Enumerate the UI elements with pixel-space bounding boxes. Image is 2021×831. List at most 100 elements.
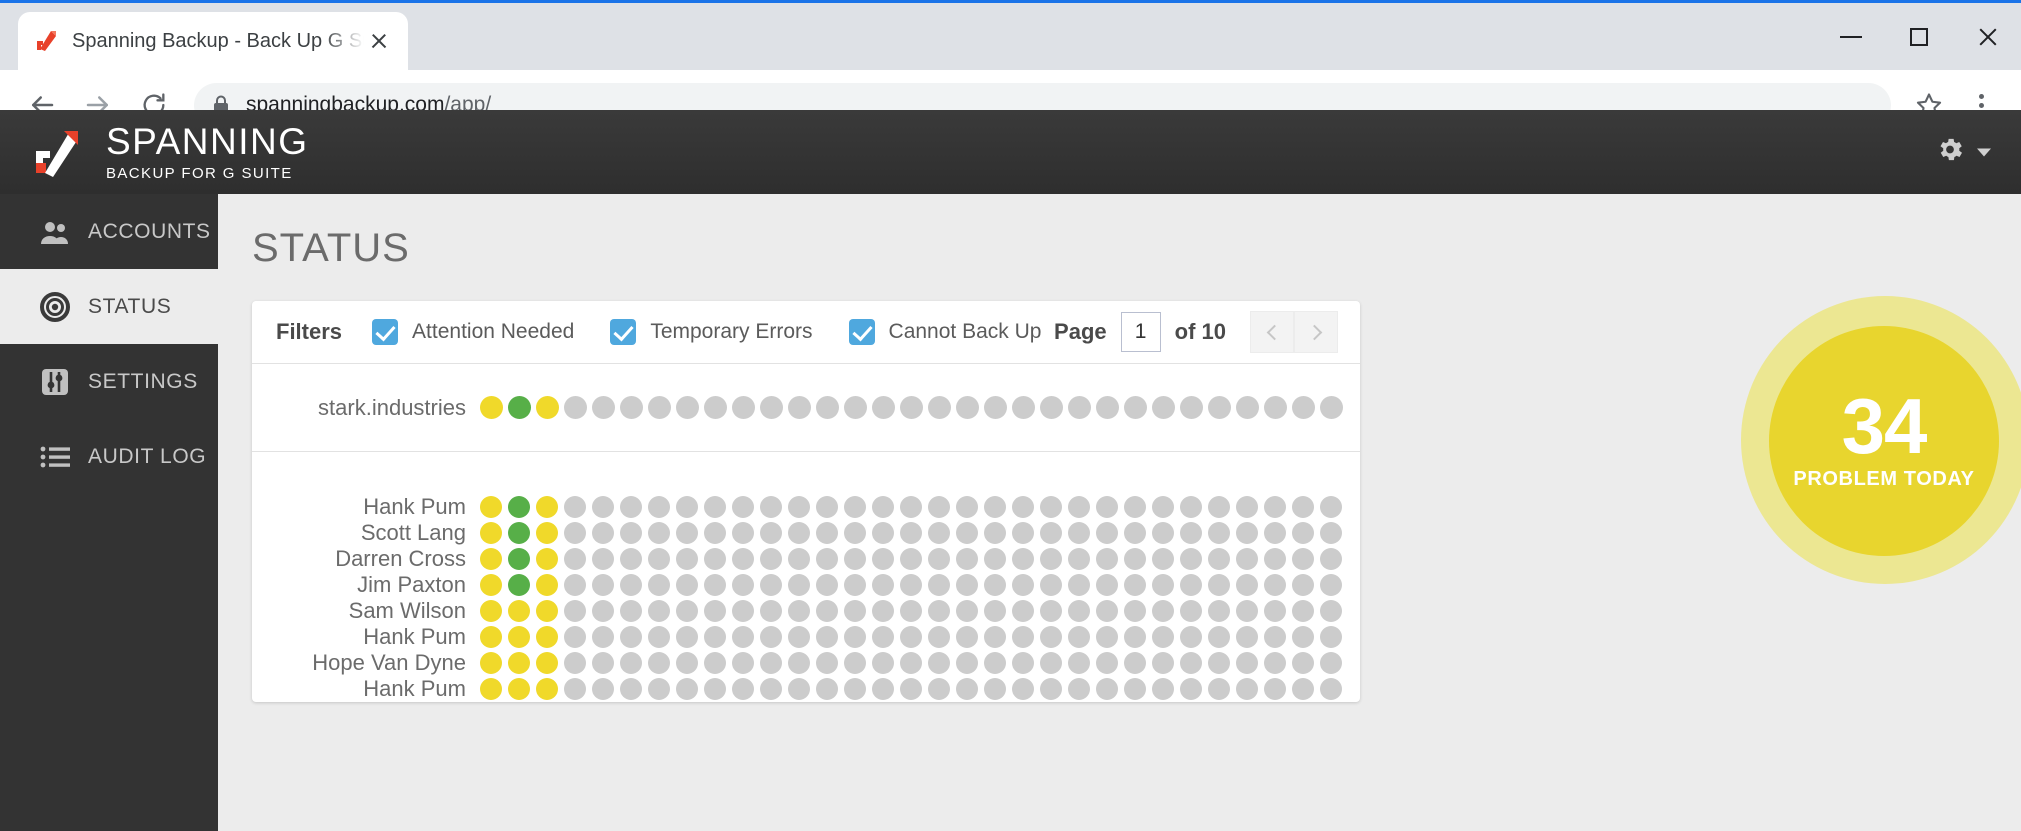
status-dot-yellow[interactable] <box>536 678 558 700</box>
status-dot-grey[interactable] <box>564 600 586 622</box>
user-row[interactable]: Hank Pum <box>252 676 1360 702</box>
status-dot-grey[interactable] <box>984 396 1007 419</box>
status-dot-grey[interactable] <box>1208 496 1230 518</box>
checkbox-icon[interactable] <box>372 319 398 345</box>
user-row[interactable]: Hank Pum <box>252 624 1360 650</box>
status-dot-grey[interactable] <box>1124 678 1146 700</box>
status-dot-grey[interactable] <box>1068 626 1090 648</box>
status-dot-grey[interactable] <box>788 396 811 419</box>
status-dot-grey[interactable] <box>900 496 922 518</box>
user-row[interactable]: Jim Paxton <box>252 572 1360 598</box>
status-dot-grey[interactable] <box>1012 626 1034 648</box>
status-dot-grey[interactable] <box>1152 600 1174 622</box>
status-dot-grey[interactable] <box>592 522 614 544</box>
status-dot-yellow[interactable] <box>480 496 502 518</box>
sidebar-item-audit-log[interactable]: AUDIT LOG <box>0 419 218 494</box>
status-dot-grey[interactable] <box>760 600 782 622</box>
status-dot-grey[interactable] <box>648 548 670 570</box>
status-dot-grey[interactable] <box>1096 652 1118 674</box>
status-dot-grey[interactable] <box>872 600 894 622</box>
status-dot-grey[interactable] <box>956 548 978 570</box>
status-dot-grey[interactable] <box>1124 574 1146 596</box>
page-input[interactable] <box>1121 312 1161 352</box>
status-dot-grey[interactable] <box>1320 626 1342 648</box>
status-dot-grey[interactable] <box>788 496 810 518</box>
minimize-button[interactable] <box>1817 3 1885 70</box>
status-dot-grey[interactable] <box>648 522 670 544</box>
status-dot-grey[interactable] <box>1068 396 1091 419</box>
status-dot-grey[interactable] <box>1096 496 1118 518</box>
status-dot-grey[interactable] <box>1264 496 1286 518</box>
status-dot-grey[interactable] <box>620 652 642 674</box>
status-dot-grey[interactable] <box>704 396 727 419</box>
status-dot-grey[interactable] <box>760 652 782 674</box>
status-dot-grey[interactable] <box>788 626 810 648</box>
status-dot-grey[interactable] <box>1208 626 1230 648</box>
status-dot-grey[interactable] <box>1320 496 1342 518</box>
status-dot-grey[interactable] <box>956 626 978 648</box>
status-dot-grey[interactable] <box>816 626 838 648</box>
status-dot-grey[interactable] <box>956 522 978 544</box>
status-dot-grey[interactable] <box>984 496 1006 518</box>
status-dot-grey[interactable] <box>816 496 838 518</box>
status-dot-grey[interactable] <box>1068 522 1090 544</box>
status-dot-grey[interactable] <box>592 548 614 570</box>
status-dot-green[interactable] <box>508 522 530 544</box>
status-dot-grey[interactable] <box>788 522 810 544</box>
status-dot-grey[interactable] <box>872 574 894 596</box>
status-dot-grey[interactable] <box>956 396 979 419</box>
status-dot-grey[interactable] <box>1292 496 1314 518</box>
status-dot-yellow[interactable] <box>508 626 530 648</box>
status-dot-grey[interactable] <box>1012 522 1034 544</box>
filter-temporary-errors[interactable]: Temporary Errors <box>610 319 812 345</box>
status-dot-grey[interactable] <box>1068 652 1090 674</box>
sidebar-item-accounts[interactable]: ACCOUNTS <box>0 194 218 269</box>
status-dot-grey[interactable] <box>648 600 670 622</box>
status-dot-grey[interactable] <box>984 678 1006 700</box>
status-dot-grey[interactable] <box>900 522 922 544</box>
status-dot-grey[interactable] <box>732 626 754 648</box>
user-row[interactable]: Darren Cross <box>252 546 1360 572</box>
status-dot-grey[interactable] <box>732 396 755 419</box>
status-dot-grey[interactable] <box>1208 652 1230 674</box>
status-dot-yellow[interactable] <box>480 626 502 648</box>
status-dot-grey[interactable] <box>1068 574 1090 596</box>
status-dot-grey[interactable] <box>1040 574 1062 596</box>
status-dot-grey[interactable] <box>1068 496 1090 518</box>
status-dot-grey[interactable] <box>900 678 922 700</box>
status-dot-grey[interactable] <box>676 574 698 596</box>
status-dot-grey[interactable] <box>844 600 866 622</box>
status-dot-grey[interactable] <box>1292 600 1314 622</box>
status-dot-grey[interactable] <box>956 600 978 622</box>
status-dot-grey[interactable] <box>1264 652 1286 674</box>
status-dot-grey[interactable] <box>564 626 586 648</box>
status-dot-grey[interactable] <box>872 678 894 700</box>
status-dot-grey[interactable] <box>1040 396 1063 419</box>
status-dot-grey[interactable] <box>1096 678 1118 700</box>
status-dot-grey[interactable] <box>872 652 894 674</box>
status-dot-grey[interactable] <box>1068 678 1090 700</box>
status-dot-grey[interactable] <box>984 574 1006 596</box>
status-dot-grey[interactable] <box>1152 396 1175 419</box>
status-dot-grey[interactable] <box>844 496 866 518</box>
status-dot-yellow[interactable] <box>536 396 559 419</box>
status-dot-grey[interactable] <box>928 626 950 648</box>
status-dot-grey[interactable] <box>1320 396 1343 419</box>
status-dot-grey[interactable] <box>1264 548 1286 570</box>
status-dot-grey[interactable] <box>620 496 642 518</box>
status-dot-grey[interactable] <box>620 626 642 648</box>
status-dot-grey[interactable] <box>676 522 698 544</box>
status-dot-grey[interactable] <box>1320 600 1342 622</box>
status-dot-grey[interactable] <box>1236 522 1258 544</box>
status-dot-grey[interactable] <box>620 396 643 419</box>
status-dot-grey[interactable] <box>1068 548 1090 570</box>
status-dot-grey[interactable] <box>1236 548 1258 570</box>
status-dot-grey[interactable] <box>1180 574 1202 596</box>
status-dot-yellow[interactable] <box>536 600 558 622</box>
status-dot-grey[interactable] <box>1096 522 1118 544</box>
status-dot-grey[interactable] <box>788 678 810 700</box>
status-dot-grey[interactable] <box>1292 522 1314 544</box>
status-dot-grey[interactable] <box>788 548 810 570</box>
status-dot-grey[interactable] <box>1040 652 1062 674</box>
status-dot-grey[interactable] <box>704 548 726 570</box>
